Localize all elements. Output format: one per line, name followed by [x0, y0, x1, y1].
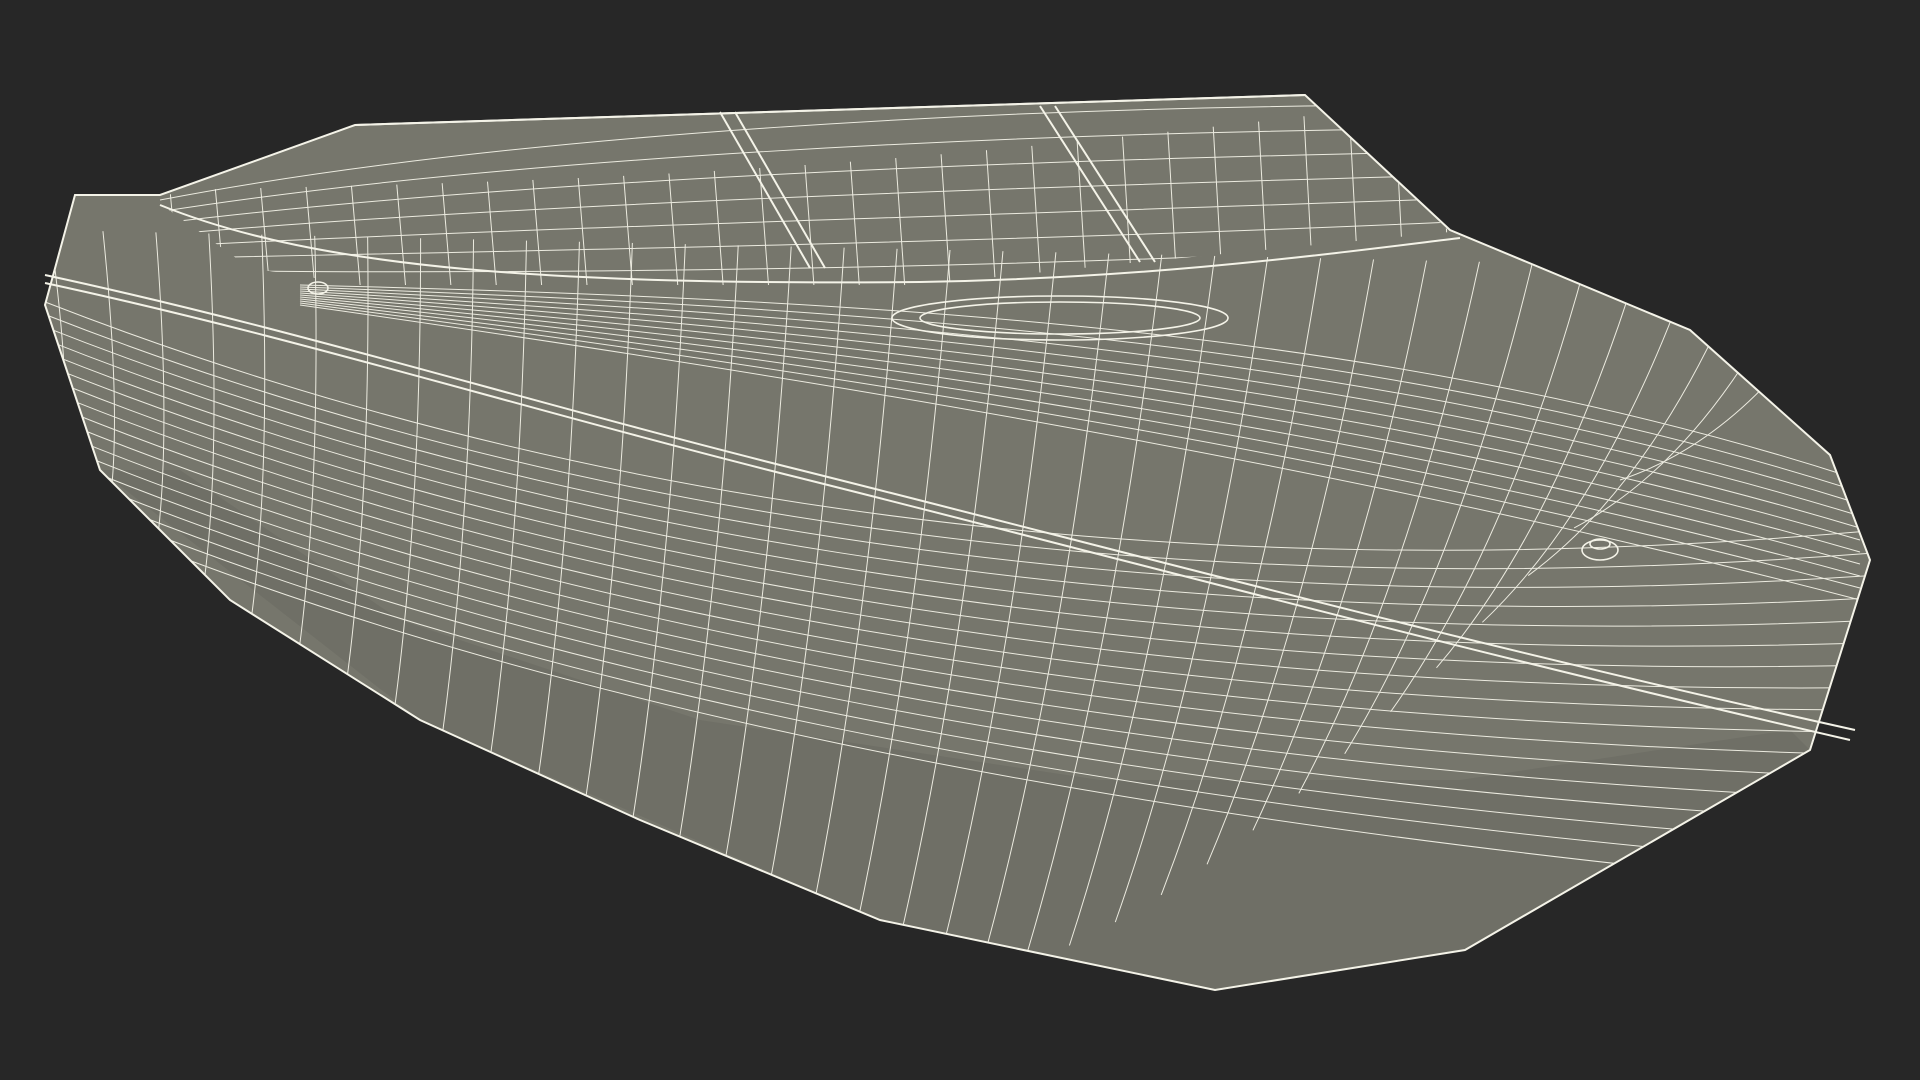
wireframe-render	[43, 93, 1872, 992]
render-viewport	[0, 0, 1920, 1080]
